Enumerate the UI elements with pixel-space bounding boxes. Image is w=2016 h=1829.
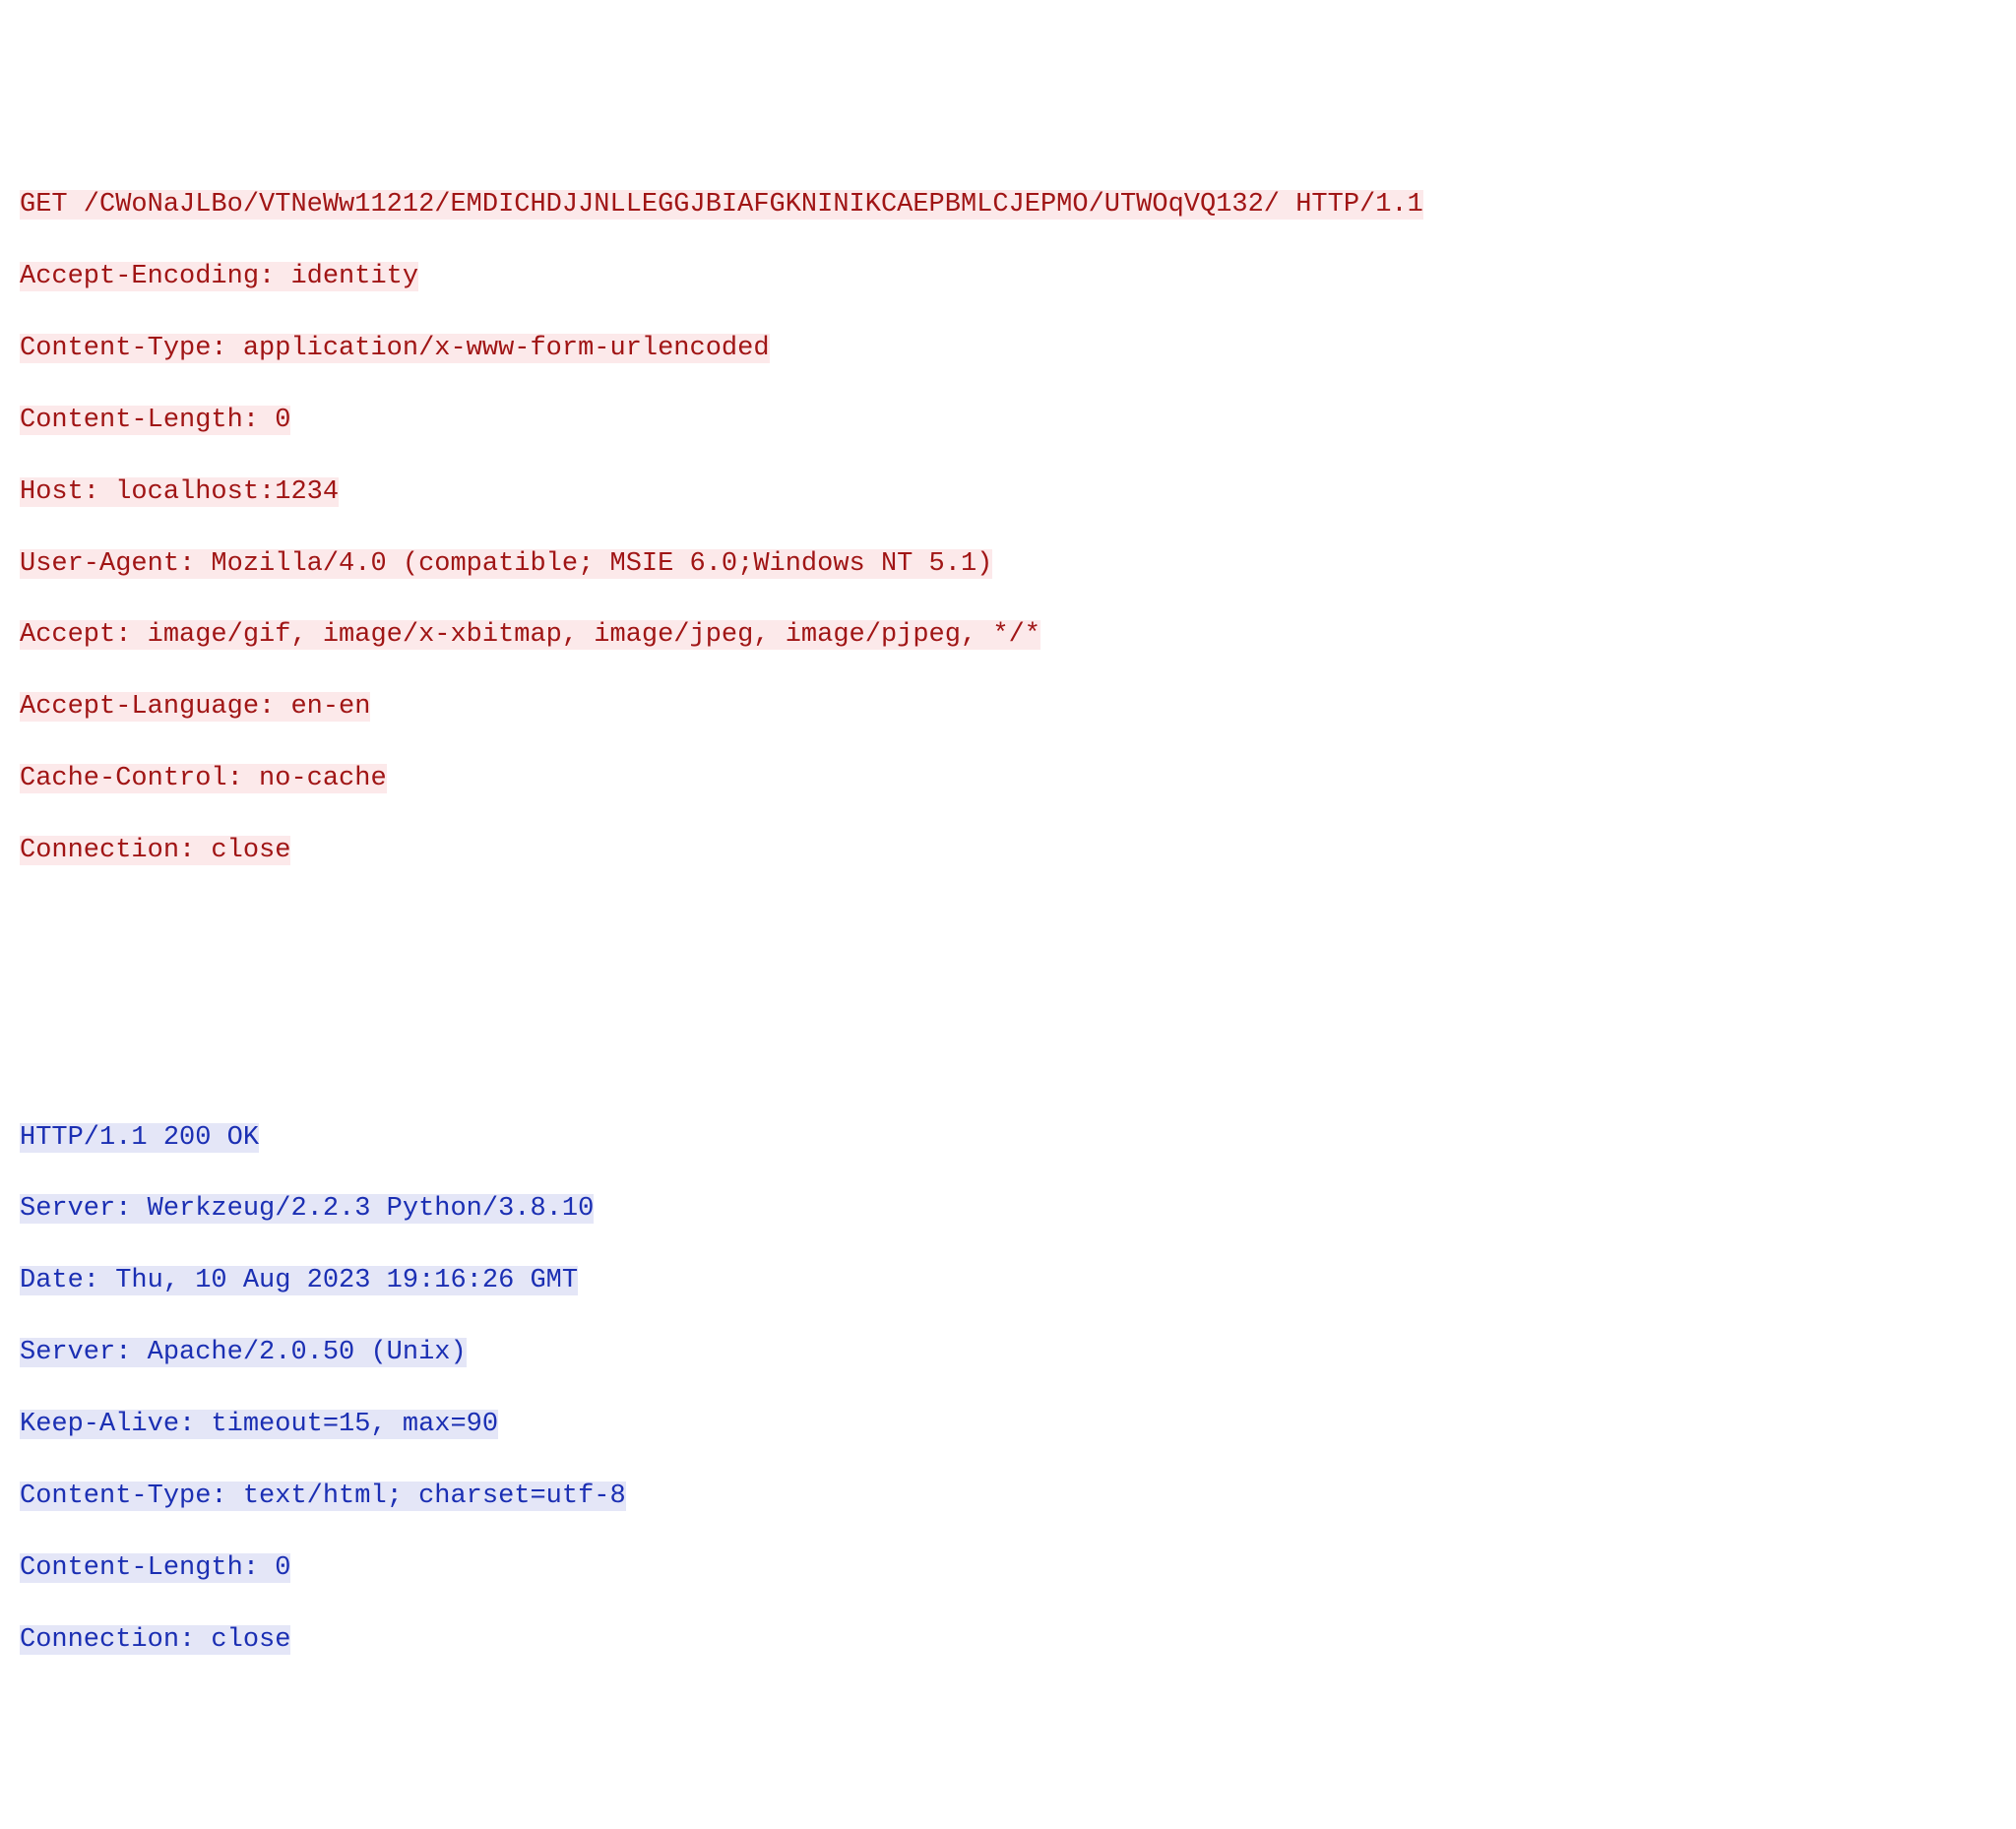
- http-request-block: GET /CWoNaJLBo/VTNeWw11212/EMDICHDJJNLLE…: [20, 152, 1996, 905]
- http-response-block: HTTP/1.1 200 OK Server: Werkzeug/2.2.3 P…: [20, 1084, 1996, 1693]
- request-text: Content-Length: 0: [20, 406, 290, 435]
- request-line: GET /CWoNaJLBo/VTNeWw11212/EMDICHDJJNLLE…: [20, 187, 1996, 222]
- request-header: Accept-Language: en-en: [20, 689, 1996, 725]
- request-text: GET /CWoNaJLBo/VTNeWw11212/EMDICHDJJNLLE…: [20, 190, 1423, 220]
- response-text: Date: Thu, 10 Aug 2023 19:16:26 GMT: [20, 1266, 578, 1295]
- response-header: Server: Werkzeug/2.2.3 Python/3.8.10: [20, 1191, 1996, 1227]
- response-header: Connection: close: [20, 1622, 1996, 1658]
- response-text: Connection: close: [20, 1625, 290, 1655]
- request-header: Cache-Control: no-cache: [20, 761, 1996, 796]
- request-header: User-Agent: Mozilla/4.0 (compatible; MSI…: [20, 546, 1996, 582]
- response-header: Content-Length: 0: [20, 1550, 1996, 1586]
- response-header: Date: Thu, 10 Aug 2023 19:16:26 GMT: [20, 1263, 1996, 1298]
- request-header: Content-Type: application/x-www-form-url…: [20, 331, 1996, 366]
- request-text: Accept: image/gif, image/x-xbitmap, imag…: [20, 620, 1040, 650]
- response-text: HTTP/1.1 200 OK: [20, 1123, 259, 1153]
- request-header: Accept: image/gif, image/x-xbitmap, imag…: [20, 617, 1996, 653]
- request-text: User-Agent: Mozilla/4.0 (compatible; MSI…: [20, 549, 992, 579]
- response-text: Content-Type: text/html; charset=utf-8: [20, 1482, 626, 1511]
- request-text: Content-Type: application/x-www-form-url…: [20, 334, 770, 363]
- request-text: Connection: close: [20, 836, 290, 865]
- block-separator: [20, 977, 1996, 1012]
- request-header: Accept-Encoding: identity: [20, 259, 1996, 294]
- request-text: Host: localhost:1234: [20, 477, 339, 507]
- request-text: Accept-Encoding: identity: [20, 262, 418, 291]
- response-status-line: HTTP/1.1 200 OK: [20, 1120, 1996, 1156]
- request-header: Connection: close: [20, 833, 1996, 868]
- response-header: Content-Type: text/html; charset=utf-8: [20, 1479, 1996, 1514]
- request-text: Accept-Language: en-en: [20, 692, 370, 722]
- request-header: Content-Length: 0: [20, 403, 1996, 438]
- request-header: Host: localhost:1234: [20, 474, 1996, 510]
- response-text: Content-Length: 0: [20, 1553, 290, 1583]
- request-text: Cache-Control: no-cache: [20, 764, 387, 793]
- response-header: Keep-Alive: timeout=15, max=90: [20, 1407, 1996, 1442]
- response-text: Server: Apache/2.0.50 (Unix): [20, 1338, 467, 1367]
- response-header: Server: Apache/2.0.50 (Unix): [20, 1335, 1996, 1370]
- response-text: Server: Werkzeug/2.2.3 Python/3.8.10: [20, 1194, 594, 1224]
- response-text: Keep-Alive: timeout=15, max=90: [20, 1410, 498, 1439]
